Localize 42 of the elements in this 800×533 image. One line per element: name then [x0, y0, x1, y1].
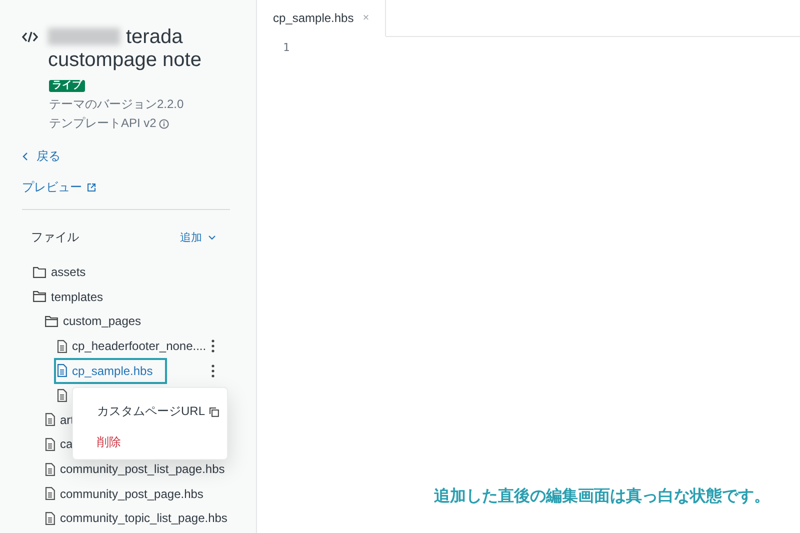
chevron-left-icon — [22, 152, 28, 161]
more-icon[interactable] — [211, 339, 215, 354]
external-link-icon — [87, 183, 96, 192]
theme-title: terada — [126, 26, 183, 48]
line-number: 1 — [283, 41, 291, 54]
tree-item[interactable]: assets — [30, 260, 98, 284]
tree-item[interactable]: custom_pages — [42, 309, 154, 334]
file-icon — [45, 462, 55, 476]
file-icon — [57, 388, 67, 402]
theme-version: テーマのバージョン2.2.0 — [49, 96, 185, 113]
tree-item[interactable]: ca — [42, 432, 85, 456]
file-icon — [57, 364, 67, 378]
back-link[interactable]: 戻る — [22, 148, 60, 165]
file-icon — [45, 487, 55, 500]
file-icon — [45, 512, 55, 525]
tree-item[interactable]: cp_headerfooter_none.... — [54, 334, 218, 358]
tree-item[interactable]: cp_sample.hbs — [54, 358, 167, 384]
open-folder-icon — [33, 291, 46, 302]
info-icon[interactable] — [159, 118, 170, 128]
folder-icon — [33, 266, 46, 278]
file-icon — [45, 438, 55, 451]
tree-item[interactable]: community_post_list_page.hbs — [42, 457, 237, 482]
open-folder-icon — [45, 316, 58, 327]
tree-item[interactable]: community_post_page.hbs — [42, 482, 216, 506]
code-icon — [22, 31, 38, 43]
tree-item[interactable]: templates — [30, 284, 116, 309]
file-icon — [57, 340, 67, 353]
file-icon — [45, 413, 55, 426]
chevron-down-icon — [208, 235, 216, 240]
menu-item[interactable]: 削除 — [97, 427, 227, 458]
preview-link[interactable]: プレビュー — [22, 179, 96, 196]
tree-item[interactable]: community_topic_list_page.hbs — [42, 506, 240, 530]
copy-icon — [209, 406, 220, 416]
annotation-text: 追加した直後の編集画面は真っ白な状態です。 — [434, 486, 770, 507]
theme-title: custompage note — [48, 49, 202, 72]
menu-item[interactable]: カスタムページURL — [97, 396, 227, 427]
more-icon[interactable] — [211, 364, 215, 378]
blurred-text — [48, 28, 120, 45]
add-dropdown[interactable]: 追加 — [180, 230, 216, 245]
live-badge: ライブ — [49, 80, 85, 92]
files-heading: ファイル — [31, 229, 79, 246]
template-api: テンプレートAPI v2 — [49, 115, 156, 132]
